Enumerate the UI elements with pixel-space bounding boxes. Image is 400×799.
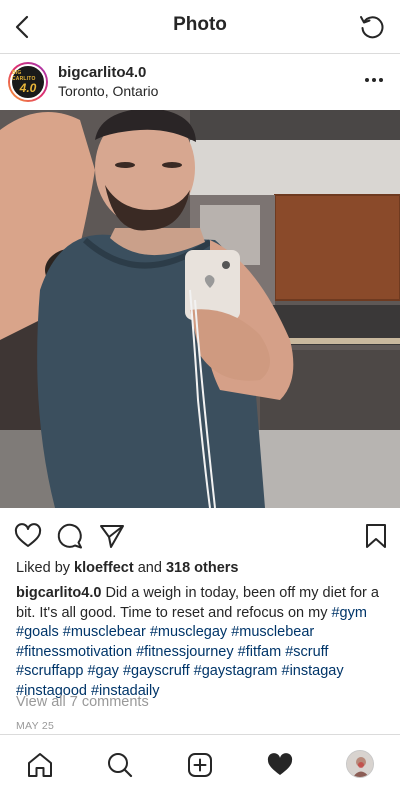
- profile-avatar-icon[interactable]: [346, 750, 374, 778]
- hashtag[interactable]: #goals: [16, 624, 59, 640]
- page-title: Photo: [173, 14, 227, 35]
- top-bar: Photo: [0, 0, 400, 54]
- post-username[interactable]: bigcarlito4.0: [58, 64, 146, 81]
- profile-avatar-image: [347, 751, 373, 777]
- hashtag[interactable]: #fitnessjourney: [136, 644, 234, 660]
- bookmark-icon[interactable]: [362, 522, 390, 550]
- hashtag[interactable]: #musclegay: [150, 624, 227, 640]
- comment-icon[interactable]: [56, 522, 84, 550]
- caption-username[interactable]: bigcarlito4.0: [16, 585, 101, 601]
- post-actions: [0, 508, 400, 556]
- likes-and: and: [137, 560, 162, 576]
- post-photo[interactable]: [0, 110, 400, 508]
- liked-by-user[interactable]: kloeffect: [74, 560, 134, 576]
- hashtag[interactable]: #instagay: [282, 663, 344, 679]
- add-post-icon[interactable]: [186, 751, 214, 779]
- avatar-logo: BIG CARLITO 4.0: [10, 64, 46, 100]
- post-header: BIG CARLITO 4.0 bigcarlito4.0 Toronto, O…: [0, 54, 400, 110]
- hashtag[interactable]: #scruffapp: [16, 663, 83, 679]
- avatar-logo-number: 4.0: [19, 81, 37, 95]
- hashtag[interactable]: #gym: [331, 605, 366, 621]
- hashtag[interactable]: #gay: [87, 663, 118, 679]
- more-icon[interactable]: [362, 68, 386, 92]
- send-icon[interactable]: [98, 522, 126, 550]
- hashtag[interactable]: #scruff: [285, 644, 328, 660]
- gym-selfie-image: [0, 110, 400, 508]
- hashtag[interactable]: #musclebear: [63, 624, 146, 640]
- hashtag[interactable]: #musclebear: [231, 624, 314, 640]
- home-icon[interactable]: [26, 751, 54, 779]
- bottom-nav: [0, 734, 400, 799]
- heart-outline-icon[interactable]: [14, 522, 42, 550]
- refresh-icon[interactable]: [358, 13, 386, 41]
- search-icon[interactable]: [106, 751, 134, 779]
- likes-others[interactable]: 318 others: [166, 560, 239, 576]
- avatar[interactable]: BIG CARLITO 4.0: [8, 62, 48, 102]
- post-location[interactable]: Toronto, Ontario: [58, 83, 158, 99]
- post-caption: bigcarlito4.0 Did a weigh in today, been…: [16, 584, 388, 701]
- view-all-comments-link[interactable]: View all 7 comments: [16, 694, 149, 710]
- post-date: MAY 25: [16, 720, 55, 732]
- hashtag[interactable]: #fitnessmotivation: [16, 644, 132, 660]
- hashtag[interactable]: #fitfam: [238, 644, 282, 660]
- hashtag[interactable]: #gayscruff: [123, 663, 190, 679]
- heart-filled-icon[interactable]: [266, 751, 294, 779]
- likes-prefix: Liked by: [16, 560, 71, 576]
- hashtag[interactable]: #gaystagram: [194, 663, 278, 679]
- likes-summary[interactable]: Liked by kloeffect and 318 others: [16, 560, 239, 576]
